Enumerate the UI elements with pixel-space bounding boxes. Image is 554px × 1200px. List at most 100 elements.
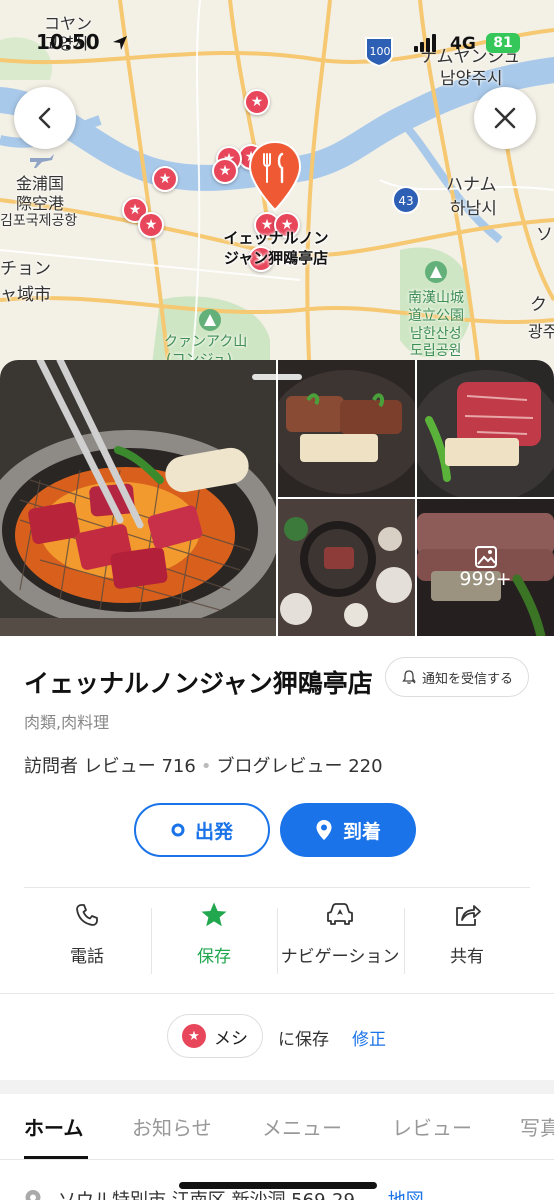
tab-menu[interactable]: メニュー (262, 1112, 342, 1141)
beef-plate-photo (278, 360, 415, 497)
edit-save-link[interactable]: 修正 (352, 1025, 386, 1050)
pin-label: イェッナルノン ジャン狎鴎亭店 (206, 228, 346, 268)
bell-icon (402, 670, 416, 684)
separator-dot: • (200, 756, 212, 777)
close-button[interactable] (474, 87, 536, 149)
star-icon (201, 902, 227, 927)
save-folder-chip[interactable]: ★ メシ (167, 1014, 263, 1058)
review-summary: 訪問者 レビュー 716 • ブログレビュー 220 (24, 752, 383, 778)
map-label-gwangju-1: ク (530, 295, 547, 315)
pin-label-line-2: ジャン狎鴎亭店 (223, 249, 329, 267)
divider (24, 887, 530, 888)
notify-button[interactable]: 通知を受信する (385, 657, 529, 697)
photo-thumb-more[interactable]: 999+ (417, 499, 554, 636)
divider (0, 993, 554, 994)
more-photos-count: 999+ (459, 567, 512, 590)
navigation-label: ナビゲーション (280, 947, 400, 967)
map-view[interactable]: コヤン 고양시 ナムヤンジュ 남양주시 金浦国 際空港 김포국제공항 ハナム 하… (0, 0, 554, 380)
map-label-gwangju-2: 광주 (528, 322, 554, 341)
tab-photos[interactable]: 写真 (520, 1112, 554, 1141)
blog-review-link[interactable]: ブログレビュー 220 (216, 756, 382, 777)
map-label-right-edge: ソ (536, 225, 553, 245)
saved-place-pin[interactable]: ★ (244, 89, 270, 115)
gallery-icon (474, 545, 497, 568)
map-label-gimpo-ko: 김포국제공항 (0, 213, 78, 229)
saved-place-pin[interactable]: ★ (138, 212, 164, 238)
notify-label: 通知を受信する (421, 671, 513, 687)
blog-review-label: ブログレビュー (216, 756, 343, 777)
address-separator: ⌄ (361, 1190, 388, 1200)
more-photos-overlay[interactable]: 999+ (417, 499, 554, 636)
map-label-hanam-ko: 하남시 (450, 199, 497, 219)
arrive-label: 到着 (342, 820, 381, 843)
signal-icon (414, 34, 436, 52)
depart-button[interactable]: 出発 (134, 803, 270, 857)
save-folder-label: メシ (214, 1028, 248, 1049)
sheet-drag-handle[interactable] (252, 374, 302, 380)
restaurant-pin-icon[interactable] (247, 140, 303, 212)
map-label-namhan-1: 南漢山城 (408, 290, 464, 306)
place-category: 肉類,肉料理 (24, 713, 110, 732)
raw-beef-photo (417, 360, 554, 497)
map-link[interactable]: 地図 (388, 1190, 424, 1200)
share-icon (456, 905, 481, 926)
origin-dot-icon (171, 823, 185, 837)
visitor-review-count: 716 (161, 756, 196, 777)
status-time: 10:50 (36, 30, 100, 54)
map-label-incheon-1: チョン (0, 259, 51, 279)
place-detail-sheet: 999+ イェッナルノンジャン狎鴎亭店 通知を受信する 肉類,肉料理 訪問者 レ… (0, 360, 554, 1200)
car-icon (327, 903, 353, 925)
map-label-namhan-2: 道立公園 (408, 308, 464, 324)
map-label-gimpo-1: 金浦国 (16, 174, 65, 193)
saved-to-text: に保存 (278, 1030, 329, 1050)
battery-indicator: 81 (486, 33, 520, 53)
map-label-namhan-ko1: 남한산성 (410, 326, 462, 342)
destination-pin-icon (316, 820, 332, 840)
close-icon (494, 107, 516, 129)
saved-place-pin[interactable]: ★ (152, 166, 178, 192)
save-action[interactable]: 保存 (151, 900, 277, 980)
share-action[interactable]: 共有 (404, 900, 530, 980)
location-pin-icon (25, 1190, 41, 1200)
map-label-gimpo-2: 際空港 (16, 194, 65, 213)
home-indicator (179, 1182, 377, 1189)
share-label: 共有 (450, 947, 484, 967)
saved-place-pin[interactable]: ★ (212, 158, 238, 184)
table-spread-photo (278, 499, 415, 636)
pin-label-line-1: イェッナルノン (223, 229, 329, 247)
map-label-namyangju-ko: 남양주시 (440, 69, 503, 89)
phone-icon (76, 904, 98, 926)
map-label-incheon-2: ャ域市 (0, 285, 51, 305)
arrive-button[interactable]: 到着 (280, 803, 416, 857)
tab-news[interactable]: お知らせ (132, 1112, 212, 1141)
highway-100-label: 100 (369, 45, 391, 58)
photo-thumb-1[interactable] (278, 360, 415, 497)
divider (0, 1159, 554, 1160)
photo-thumb-2[interactable] (417, 360, 554, 497)
grilled-beef-photo (0, 360, 276, 636)
call-label: 電話 (70, 947, 104, 967)
tab-reviews[interactable]: レビュー (392, 1112, 472, 1141)
location-arrow-icon (113, 36, 127, 50)
map-label-gwanak-1: クァンアク山 (164, 334, 248, 350)
chevron-left-icon (38, 107, 51, 129)
address-text: ソウル特別市 江南区 新沙洞 569-29 (58, 1190, 355, 1200)
map-label-namhan-ko2: 도립공원 (410, 343, 462, 359)
navigation-action[interactable]: ナビゲーション (277, 900, 403, 980)
call-action[interactable]: 電話 (24, 900, 150, 980)
visitor-review-link[interactable]: 訪問者 レビュー 716 (24, 756, 196, 777)
tab-home[interactable]: ホーム (24, 1112, 83, 1141)
map-label-hanam-kana: ハナム (446, 175, 497, 195)
highway-43-label: 43 (398, 194, 414, 208)
folder-star-icon: ★ (182, 1024, 206, 1048)
network-type: 4G (450, 34, 476, 54)
place-name: イェッナルノンジャン狎鴎亭店 (24, 669, 373, 698)
save-label: 保存 (197, 947, 231, 967)
section-separator (0, 1080, 554, 1094)
photo-main[interactable] (0, 360, 276, 636)
photo-thumb-3[interactable] (278, 499, 415, 636)
visitor-review-label: 訪問者 レビュー (24, 756, 156, 777)
depart-label: 出発 (194, 820, 233, 843)
back-button[interactable] (14, 87, 76, 149)
blog-review-count: 220 (348, 756, 383, 777)
